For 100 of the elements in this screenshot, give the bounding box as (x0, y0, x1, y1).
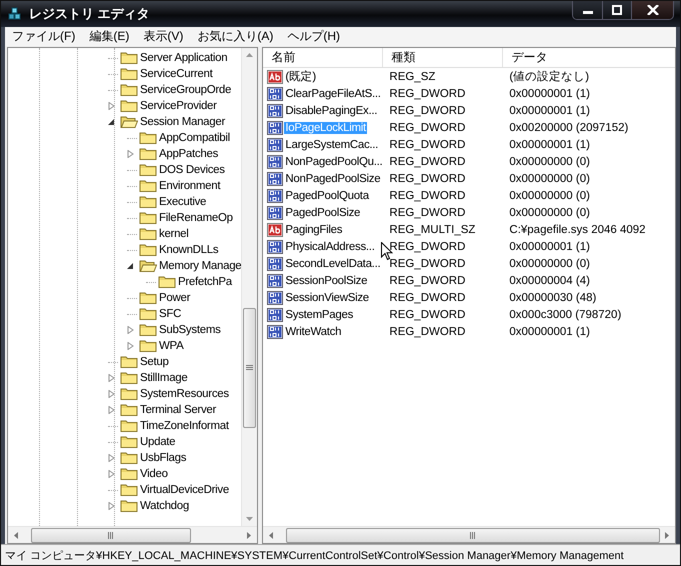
tree-item[interactable]: Terminal Server (140, 404, 216, 416)
value-type: REG_DWORD (388, 88, 466, 100)
maximize-icon (611, 5, 623, 15)
value-type: REG_DWORD (388, 326, 466, 338)
collapsed-triangle-icon[interactable] (108, 374, 115, 382)
menu-item[interactable]: 編集(E) (84, 28, 134, 45)
scroll-right-icon[interactable] (664, 530, 670, 540)
value-type: REG_DWORD (388, 138, 466, 150)
minimize-button[interactable] (573, 1, 602, 19)
scrollbar-thumb[interactable] (31, 528, 191, 542)
tree-item[interactable]: ServiceProvider (140, 100, 217, 112)
binary-value-icon (267, 272, 284, 288)
tree-item[interactable]: TimeZoneInformat (140, 420, 229, 432)
tree-item[interactable]: Server Application (140, 52, 228, 64)
tree-item[interactable]: Power (159, 292, 190, 304)
column-header[interactable]: データ (503, 48, 676, 67)
value-data: (値の設定なし) (508, 70, 590, 84)
value-data: 0x00000001 (1) (508, 104, 590, 116)
binary-value-icon (267, 238, 284, 254)
value-data: 0x00000000 (0) (508, 172, 590, 184)
value-name[interactable]: PagedPoolSize (284, 206, 362, 218)
column-header[interactable]: 名前 (263, 48, 384, 67)
value-data: 0x00000000 (0) (508, 258, 590, 270)
scroll-right-icon[interactable] (246, 530, 252, 540)
scrollbar-thumb[interactable] (243, 308, 256, 428)
column-header[interactable]: 種類 (383, 48, 504, 67)
value-name[interactable]: SessionViewSize (284, 292, 370, 304)
tree-item[interactable]: UsbFlags (140, 452, 186, 464)
tree-item[interactable]: Watchdog (140, 500, 189, 512)
tree-item[interactable]: Setup (140, 356, 169, 368)
collapsed-triangle-icon[interactable] (127, 342, 134, 350)
value-name[interactable]: NonPagedPoolSize (284, 172, 382, 184)
collapsed-triangle-icon[interactable] (108, 406, 115, 414)
folder-icon (139, 163, 157, 177)
expanded-triangle-icon[interactable] (108, 118, 115, 126)
tree-item[interactable]: Video (140, 468, 168, 480)
folder-icon (120, 355, 138, 369)
tree-item[interactable]: SubSystems (159, 324, 221, 336)
scrollbar-thumb[interactable] (286, 528, 660, 542)
value-name[interactable]: PagingFiles (284, 224, 344, 236)
value-name[interactable]: ClearPageFileAtS... (284, 88, 382, 100)
folder-icon (120, 99, 138, 113)
folder-icon (139, 131, 157, 145)
value-name[interactable]: LargeSystemCac... (284, 138, 380, 150)
value-name[interactable]: NonPagedPoolQu... (284, 156, 384, 168)
tree-item[interactable]: kernel (159, 228, 189, 240)
value-name[interactable]: WriteWatch (284, 326, 342, 338)
collapsed-triangle-icon[interactable] (127, 150, 134, 158)
vertical-scrollbar[interactable] (241, 48, 258, 526)
collapsed-triangle-icon[interactable] (108, 102, 115, 110)
menu-item[interactable]: ファイル(F) (7, 28, 80, 45)
tree-item[interactable]: AppPatches (159, 148, 218, 160)
tree-item[interactable]: AppCompatibil (159, 132, 230, 144)
folder-icon (139, 147, 157, 161)
maximize-button[interactable] (602, 1, 631, 19)
collapsed-triangle-icon[interactable] (127, 326, 134, 334)
tree-item[interactable]: ServiceGroupOrde (140, 84, 232, 96)
tree-item[interactable]: FileRenameOp (159, 212, 233, 224)
tree-item[interactable]: PrefetchPa (178, 276, 232, 288)
menu-item[interactable]: ヘルプ(H) (282, 28, 345, 45)
collapsed-triangle-icon[interactable] (108, 454, 115, 462)
collapsed-triangle-icon[interactable] (108, 502, 115, 510)
value-name[interactable]: (既定) (284, 69, 317, 84)
binary-value-icon (267, 324, 284, 340)
horizontal-scrollbar[interactable] (8, 526, 258, 543)
tree-item[interactable]: Executive (159, 196, 206, 208)
value-name[interactable]: PhysicalAddress... (284, 240, 376, 252)
folder-icon (120, 51, 138, 65)
tree-item[interactable]: WPA (159, 340, 184, 352)
tree-item[interactable]: SystemResources (140, 388, 229, 400)
menu-item[interactable]: お気に入り(A) (192, 28, 278, 45)
value-name[interactable]: DisablePagingEx... (284, 104, 378, 116)
expanded-triangle-icon[interactable] (127, 262, 134, 270)
tree-item[interactable]: KnownDLLs (159, 244, 218, 256)
horizontal-scrollbar[interactable] (263, 526, 676, 543)
tree-item[interactable]: ServiceCurrent (140, 68, 212, 80)
tree-item[interactable]: Session Manager (140, 116, 225, 128)
value-type: REG_DWORD (388, 156, 466, 168)
scroll-left-icon[interactable] (13, 530, 19, 540)
tree-item[interactable]: StillImage (140, 372, 188, 384)
value-name[interactable]: SystemPages (284, 308, 354, 320)
scroll-left-icon[interactable] (268, 530, 274, 540)
folder-icon (158, 275, 176, 289)
menu-item[interactable]: 表示(V) (138, 28, 188, 45)
tree-item[interactable]: Update (140, 436, 176, 448)
scroll-down-icon[interactable] (245, 516, 254, 522)
value-name[interactable]: SecondLevelData... (284, 258, 382, 270)
tree-item[interactable]: VirtualDeviceDrive (140, 484, 229, 496)
close-button[interactable] (631, 1, 673, 19)
tree-item[interactable]: Memory Manage (159, 260, 242, 272)
tree-item[interactable]: SFC (159, 308, 182, 320)
value-name[interactable]: PagedPoolQuota (284, 190, 370, 202)
folder-icon (120, 499, 138, 513)
collapsed-triangle-icon[interactable] (108, 390, 115, 398)
tree-item[interactable]: DOS Devices (159, 164, 225, 176)
scroll-up-icon[interactable] (245, 52, 254, 58)
tree-item[interactable]: Environment (159, 180, 220, 192)
string-value-icon (267, 68, 284, 84)
value-name[interactable]: SessionPoolSize (284, 274, 368, 286)
collapsed-triangle-icon[interactable] (108, 470, 115, 478)
